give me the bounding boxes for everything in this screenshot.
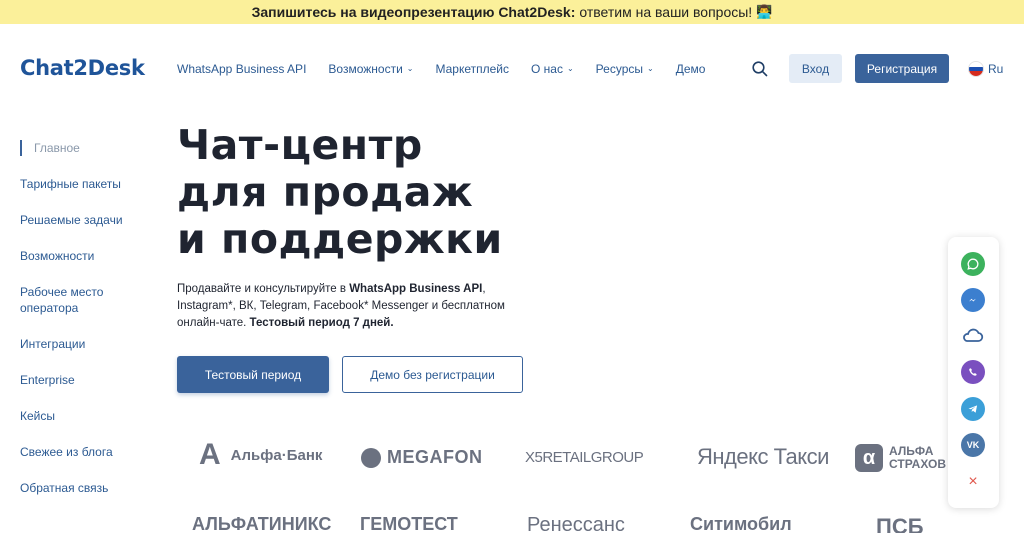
telegram-icon[interactable] (961, 397, 985, 421)
client-logo-psb: ПСБ (876, 514, 924, 533)
vk-icon[interactable]: VK (961, 433, 985, 457)
sidebar-item-operator-workspace[interactable]: Рабочее место оператора (20, 284, 115, 316)
demo-button[interactable]: Демо без регистрации (342, 356, 523, 393)
hero-title-line: Чат-центр (177, 121, 423, 169)
sidebar-item-tasks[interactable]: Решаемые задачи (20, 212, 160, 228)
alfa-logo-icon: A (199, 438, 221, 471)
trial-button[interactable]: Тестовый период (177, 356, 329, 393)
nav-resources[interactable]: Ресурсы ⌄ (596, 62, 654, 76)
banner-emoji: 👨‍💻 (756, 4, 773, 19)
header: Chat2Desk WhatsApp Business API Возможно… (0, 24, 1024, 114)
messenger-icon[interactable] (961, 288, 985, 312)
alfastrah-logo-icon: α (855, 444, 883, 472)
banner-bold-text: Запишитесь на видеопрезентацию Chat2Desk… (251, 4, 576, 20)
whatsapp-icon[interactable] (961, 252, 985, 276)
nav-whatsapp-api[interactable]: WhatsApp Business API (177, 62, 306, 76)
client-logo-yandex-taxi: Яндекс Такси (697, 444, 829, 469)
sidebar-item-cases[interactable]: Кейсы (20, 408, 160, 424)
hero-description: Продавайте и консультируйте в WhatsApp B… (177, 283, 505, 329)
chevron-down-icon: ⌄ (566, 63, 574, 73)
russia-flag-icon (968, 61, 984, 77)
client-logo-alfastrah: α АЛЬФА СТРАХОВ (855, 444, 949, 472)
search-icon[interactable] (751, 60, 769, 78)
chevron-down-icon: ⌄ (406, 63, 414, 73)
logo[interactable]: Chat2Desk (20, 56, 145, 80)
sidebar-item-main[interactable]: Главное (20, 140, 160, 156)
messenger-widget: VK × (948, 237, 999, 508)
register-button[interactable]: Регистрация (855, 54, 949, 83)
nav-features[interactable]: Возможности ⌄ (328, 62, 413, 76)
nav-about[interactable]: О нас ⌄ (531, 62, 574, 76)
hero-title: Чат-центр для продаж и поддержки (177, 122, 503, 263)
sidebar-item-blog[interactable]: Свежее из блога (20, 444, 160, 460)
client-logo-gemotest: ГЕМОТЕСТ (360, 514, 458, 533)
language-label: Ru (988, 62, 1004, 76)
sidebar-item-enterprise[interactable]: Enterprise (20, 372, 160, 388)
client-logo-renaissance: Ренессанс (527, 514, 625, 533)
sidebar-item-integrations[interactable]: Интеграции (20, 336, 160, 352)
client-logo-megafon: MEGAFON (361, 447, 483, 468)
chevron-down-icon: ⌄ (647, 63, 654, 73)
sidebar-item-features[interactable]: Возможности (20, 248, 160, 264)
client-logo-citymobil: Ситимобил (690, 514, 792, 533)
sidebar-nav: Главное Тарифные пакеты Решаемые задачи … (20, 140, 160, 516)
online-chat-icon[interactable] (961, 324, 985, 348)
promo-banner[interactable]: Запишитесь на видеопрезентацию Chat2Desk… (0, 0, 1024, 24)
sidebar-item-feedback[interactable]: Обратная связь (20, 480, 160, 496)
hero-title-line: для продаж (177, 168, 474, 216)
viber-icon[interactable] (961, 360, 985, 384)
hero-title-line: и поддержки (177, 215, 503, 263)
sidebar-item-pricing[interactable]: Тарифные пакеты (20, 176, 160, 192)
main-nav: WhatsApp Business API Возможности ⌄ Марке… (177, 62, 727, 76)
client-logo-row2-1: АЛЬФАТИНИКС (192, 514, 332, 533)
banner-text: ответим на ваши вопросы! (579, 4, 753, 20)
client-logo-x5: X5RETAILGROUP (525, 449, 644, 466)
close-icon[interactable]: × (961, 470, 985, 494)
nav-marketplace[interactable]: Маркетплейс (435, 62, 509, 76)
megafon-logo-icon (361, 447, 381, 468)
login-button[interactable]: Вход (789, 54, 842, 83)
client-logo-alfabank: A Альфа·Банк (199, 438, 323, 471)
nav-demo[interactable]: Демо (676, 62, 706, 76)
language-switcher[interactable]: Ru (968, 61, 1003, 77)
